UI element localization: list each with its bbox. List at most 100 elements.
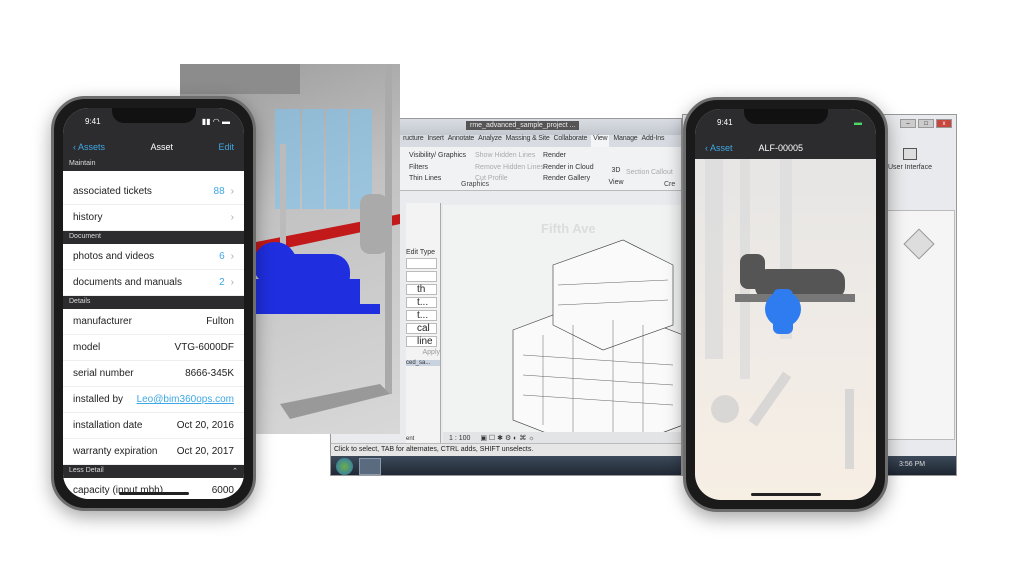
nav-bar: ‹ Asset ALF-00005	[695, 137, 876, 159]
row-label: installed by	[73, 394, 124, 405]
property-field[interactable]: t...	[406, 310, 437, 321]
row-label: documents and manuals	[73, 277, 182, 288]
tab-analyze[interactable]: Analyze	[478, 135, 502, 147]
row-value[interactable]: Leo@bim360ops.com	[137, 394, 234, 405]
minimize-button[interactable]: –	[900, 119, 916, 128]
row-value: 88	[213, 186, 225, 197]
list-item: installed by Leo@bim360ops.com	[63, 387, 244, 413]
right-phone: 9:41 ▬ ‹ Asset ALF-00005	[683, 97, 888, 512]
list-item: model VTG-6000DF	[63, 335, 244, 361]
close-button[interactable]: x	[936, 119, 952, 128]
home-indicator[interactable]	[118, 492, 189, 495]
show-hidden-lines-button[interactable]: Show Hidden Lines	[475, 150, 544, 162]
chevron-right-icon: ›	[230, 212, 234, 223]
property-field[interactable]: th	[406, 284, 437, 295]
signal-wifi-battery-icon: ▮▮ ◠ ▬	[201, 117, 230, 126]
property-field[interactable]: cal	[406, 323, 437, 334]
list-item[interactable]: history ›	[63, 205, 244, 231]
edit-type-button[interactable]: Edit Type	[406, 249, 440, 256]
window-controls: – □ x	[900, 119, 952, 128]
section-header[interactable]: Less Detail ⌃	[63, 465, 244, 478]
section-header: Maintain	[63, 158, 244, 171]
callout-button[interactable]: Callout	[651, 167, 673, 179]
phone-notch	[111, 108, 196, 123]
list-item[interactable]: photos and videos 6 ›	[63, 244, 244, 270]
row-label: warranty expiration	[73, 446, 158, 457]
tab-structure[interactable]: ructure	[403, 135, 424, 147]
windows-taskbar	[331, 456, 681, 475]
tab-annotate[interactable]: Annotate	[448, 135, 475, 147]
section-header: Document	[63, 231, 244, 244]
row-value: Fulton	[206, 316, 234, 327]
property-field[interactable]: t...	[406, 297, 437, 308]
render-gallery-button[interactable]: Render Gallery	[543, 173, 594, 185]
section-button[interactable]: Section	[626, 167, 649, 179]
row-value: 6000	[211, 485, 234, 496]
row-value: Oct 20, 2017	[176, 446, 234, 457]
window-icon	[902, 148, 917, 160]
render-cloud-button[interactable]: Render in Cloud	[543, 162, 594, 174]
back-button[interactable]: ‹ Asset	[705, 143, 733, 153]
scale-label[interactable]: 1 : 100	[449, 435, 470, 442]
property-field[interactable]	[406, 271, 437, 282]
create-panel-label: Cre	[664, 181, 676, 188]
ar-model-view[interactable]	[695, 159, 876, 499]
clock: 3:56 PM	[899, 461, 926, 468]
tab-manage[interactable]: Manage	[613, 135, 637, 147]
user-interface-button[interactable]: User Interface	[888, 148, 932, 172]
chevron-right-icon: ›	[230, 277, 234, 288]
row-label: installation date	[73, 420, 143, 431]
chevron-right-icon: ›	[230, 251, 234, 262]
maximize-button[interactable]: □	[918, 119, 934, 128]
tab-insert[interactable]: Insert	[427, 135, 444, 147]
apply-button[interactable]: Apply	[406, 349, 440, 356]
page-title: ALF-00005	[758, 143, 804, 153]
back-button[interactable]: ‹ Assets	[73, 142, 105, 152]
row-label: photos and videos	[73, 251, 155, 262]
start-button[interactable]	[336, 458, 353, 475]
row-label: manufacturer	[73, 316, 132, 327]
edit-button[interactable]: Edit	[218, 142, 234, 152]
list-item: capacity (input mbh) 6000	[63, 478, 244, 499]
home-indicator[interactable]	[750, 493, 821, 496]
filters-button[interactable]: Filters	[409, 162, 466, 174]
property-field[interactable]	[406, 258, 437, 269]
row-label: history	[73, 212, 103, 223]
viewcube-icon[interactable]	[903, 228, 935, 260]
property-field[interactable]: line	[406, 336, 437, 347]
tab-massing[interactable]: Massing & Site	[506, 135, 550, 147]
3d-view-button[interactable]: 3D View	[606, 165, 626, 188]
building-model	[512, 239, 681, 455]
visibility-graphics-button[interactable]: Visibility/ Graphics	[409, 150, 466, 162]
revit-taskbar-icon[interactable]	[359, 458, 381, 475]
asset-detail-list: Maintain associated tickets 88 › history › Doc…	[63, 158, 244, 499]
list-item: installation date Oct 20, 2016	[63, 413, 244, 439]
navigation-panel	[883, 210, 955, 440]
list-item[interactable]: associated tickets 88 ›	[63, 179, 244, 205]
thin-lines-button[interactable]: Thin Lines	[409, 173, 466, 185]
tab-collaborate[interactable]: Collaborate	[554, 135, 588, 147]
project-title: rme_advanced_sample_project ...	[466, 121, 580, 130]
row-value: 6	[219, 251, 225, 262]
tab-view[interactable]: View	[591, 135, 610, 147]
list-item[interactable]: documents and manuals 2 ›	[63, 270, 244, 296]
row-value: VTG-6000DF	[174, 342, 234, 353]
tab-addins[interactable]: Add-Ins	[642, 135, 665, 147]
row-label: associated tickets	[73, 186, 152, 197]
status-bar: Click to select, TAB for alternates, CTR…	[331, 443, 681, 456]
page-title: Asset	[150, 142, 174, 152]
phone-notch	[743, 109, 828, 124]
remove-hidden-lines-button[interactable]: Remove Hidden Lines	[475, 162, 544, 174]
row-value: 2	[219, 277, 225, 288]
render-button[interactable]: Render	[543, 150, 594, 162]
project-browser-tab[interactable]: ced_sa...	[406, 360, 440, 366]
properties-palette: Edit Type th t... t... cal line Apply ce…	[406, 203, 441, 475]
row-value: Oct 20, 2016	[176, 420, 234, 431]
chevron-up-icon[interactable]: ⌃	[232, 467, 238, 476]
left-phone: 9:41 ▮▮ ◠ ▬ ‹ Assets Asset Edit Maintain a…	[51, 96, 256, 511]
section-header: Details	[63, 296, 244, 309]
browser-item[interactable]: ent	[406, 436, 440, 442]
list-item: manufacturer Fulton	[63, 309, 244, 335]
battery-icon: ▬	[854, 118, 862, 127]
row-label: serial number	[73, 368, 134, 379]
